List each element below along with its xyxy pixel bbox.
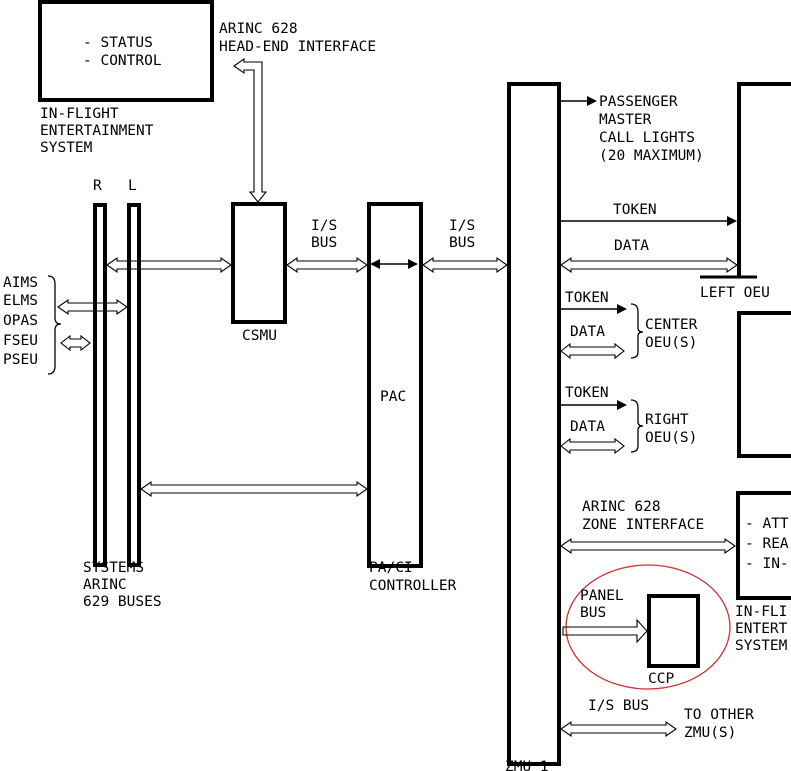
token-left-label: TOKEN bbox=[613, 202, 657, 218]
bus-to-pac-lower-arrow bbox=[140, 480, 368, 498]
panel-bus-label-1: PANEL bbox=[580, 588, 624, 604]
wiring-diagram: - STATUS - CONTROL ARINC 628 HEAD-END IN… bbox=[0, 0, 791, 771]
ife-right-label-1: IN-FLI bbox=[735, 604, 787, 620]
data-center-label: DATA bbox=[570, 324, 605, 340]
bus-l-label: L bbox=[128, 178, 137, 194]
left-oeu-box bbox=[737, 82, 791, 277]
passenger-label-2: MASTER bbox=[599, 112, 652, 128]
passenger-call-arrowhead bbox=[587, 96, 597, 106]
is-bus-1-label-b: BUS bbox=[311, 235, 337, 251]
data-right-label: DATA bbox=[570, 419, 605, 435]
panel-bus-to-ccp-arrow bbox=[562, 618, 648, 644]
aims-label: AIMS bbox=[3, 275, 38, 291]
ccp-box bbox=[647, 594, 700, 668]
csmu-to-pac-arrow bbox=[286, 256, 368, 274]
pac-internal-arrowhead-left bbox=[370, 259, 380, 269]
diagram-svg: - STATUS - CONTROL ARINC 628 HEAD-END IN… bbox=[3, 0, 791, 771]
ife-status-control-box bbox=[38, 0, 214, 102]
center-oeu-brace bbox=[630, 303, 644, 359]
is-bus-1-label-a: I/S bbox=[311, 218, 337, 234]
token-center-arrowhead bbox=[617, 304, 627, 314]
ife-label-3: SYSTEM bbox=[40, 140, 93, 156]
pac-label: PAC bbox=[380, 389, 406, 405]
is-bus-2-label-b: BUS bbox=[449, 235, 475, 251]
to-other-label-2: ZMU(S) bbox=[684, 725, 736, 741]
opas-label: OPAS bbox=[3, 313, 38, 329]
ccp-label: CCP bbox=[648, 671, 674, 687]
is-bus-3-label: I/S BUS bbox=[588, 698, 649, 714]
passenger-label-3: CALL LIGHTS bbox=[599, 130, 695, 146]
systems-to-bus-arrow bbox=[57, 298, 128, 316]
zmu-data-left-oeu-arrow bbox=[560, 256, 738, 274]
center-right-oeu-box bbox=[737, 311, 791, 458]
center-oeu-label-2: OEU(S) bbox=[645, 335, 697, 351]
right-oeu-label-2: OEU(S) bbox=[645, 430, 697, 446]
left-oeu-label: LEFT OEU bbox=[700, 285, 770, 301]
is-bus-2-label-a: I/S bbox=[449, 218, 475, 234]
pa-ci-label-2: CONTROLLER bbox=[369, 578, 457, 594]
control-label: - CONTROL bbox=[83, 53, 162, 69]
pac-box bbox=[367, 202, 423, 568]
data-left-label: DATA bbox=[614, 238, 649, 254]
systems-label-3: 629 BUSES bbox=[83, 594, 162, 610]
zmu-data-center-arrow bbox=[560, 342, 625, 360]
pa-ci-label-1: PA/CI bbox=[369, 560, 413, 576]
right-oeu-label-1: RIGHT bbox=[645, 412, 689, 428]
status-label: - STATUS bbox=[83, 35, 153, 51]
zmu-label: ZMU 1 bbox=[505, 759, 549, 771]
token-right-arrowhead bbox=[617, 400, 627, 410]
to-other-label-1: TO OTHER bbox=[684, 707, 754, 723]
ife-right-label-3: SYSTEM bbox=[735, 638, 788, 654]
token-right-label: TOKEN bbox=[565, 385, 609, 401]
bus-l-bar bbox=[127, 203, 141, 567]
head-end-to-csmu-arrow bbox=[233, 57, 268, 203]
pac-internal-arrowhead-right bbox=[408, 259, 418, 269]
csmu-box bbox=[231, 202, 287, 324]
zmu-data-right-arrow bbox=[560, 437, 625, 455]
center-oeu-label-1: CENTER bbox=[645, 317, 698, 333]
rea-label: - REA bbox=[745, 536, 789, 552]
csmu-label: CSMU bbox=[242, 328, 277, 344]
att-label: - ATT bbox=[745, 516, 789, 532]
bus-to-csmu-arrow bbox=[106, 256, 232, 274]
arinc628-head-label-2: HEAD-END INTERFACE bbox=[219, 39, 376, 55]
bus-r-label: R bbox=[93, 178, 102, 194]
bus-r-bar bbox=[93, 203, 107, 567]
zmu-box bbox=[507, 82, 561, 766]
fseu-label: FSEU bbox=[3, 333, 38, 349]
ife-right-label-2: ENTERT bbox=[735, 621, 788, 637]
systems-brace bbox=[47, 275, 62, 375]
right-oeu-brace bbox=[630, 399, 644, 453]
zmu-zone-interface-arrow bbox=[560, 537, 736, 555]
elms-label: ELMS bbox=[3, 293, 38, 309]
pac-to-zmu-arrow bbox=[422, 256, 508, 274]
systems-label-2: ARINC bbox=[83, 577, 127, 593]
zmu-to-other-zmu-arrow bbox=[560, 720, 677, 738]
passenger-label-1: PASSENGER bbox=[599, 94, 678, 110]
arinc628-zone-label-2: ZONE INTERFACE bbox=[582, 517, 704, 533]
token-center-label: TOKEN bbox=[565, 290, 609, 306]
in-label: - IN- bbox=[745, 556, 789, 572]
passenger-label-4: (20 MAXIMUM) bbox=[599, 148, 704, 164]
arinc628-head-label-1: ARINC 628 bbox=[219, 21, 298, 37]
systems-label-1: SYSTEMS bbox=[83, 560, 144, 576]
panel-bus-label-2: BUS bbox=[580, 605, 606, 621]
pseu-label: PSEU bbox=[3, 352, 38, 368]
fseu-bus-arrow bbox=[60, 334, 91, 352]
token-left-arrowhead bbox=[727, 216, 737, 226]
ife-label-1: IN-FLIGHT bbox=[40, 106, 119, 122]
arinc628-zone-label-1: ARINC 628 bbox=[582, 499, 661, 515]
ife-label-2: ENTERTAINMENT bbox=[40, 123, 154, 139]
